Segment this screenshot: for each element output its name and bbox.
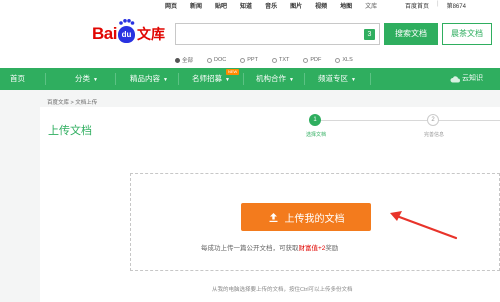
logo-wenku-text: 文库 [136,26,165,42]
top-link-music[interactable]: 音乐 [265,1,277,10]
filter-ppt[interactable]: PPT [240,56,258,64]
radio-selected-icon [175,57,180,63]
top-separator: | [437,1,439,7]
steps-line [320,120,500,121]
top-links: 网页 新闻 贴吧 知道 音乐 图片 视频 地图 文库 [165,1,390,10]
breadcrumb: 百度文库 > 文档上传 [47,100,98,106]
nav-divider [370,73,371,85]
logo-bai-text: Bai [92,24,117,43]
filetype-filters: 全部 DOC PPT TXT PDF XLS [175,56,367,64]
filter-pdf[interactable]: PDF [303,56,321,64]
top-link-news[interactable]: 新闻 [190,1,202,10]
logo-du-paw: du [117,19,135,43]
new-badge: NEW [226,69,240,75]
step-1-indicator: 1 [309,114,321,126]
top-links-bar: 网页 新闻 贴吧 知道 音乐 图片 视频 地图 文库 百度首页 | 第8674 [0,0,500,10]
main-nav: 首页 分类 ▼ 精品内容 ▼ 名师招募 ▼ NEW 机构合作 ▼ 频道专区 ▼ 云知识 [0,68,500,90]
reward-prefix: 每成功上传一篇公开文档，可获取 [201,245,299,252]
top-link-wenku[interactable]: 文库 [365,1,377,10]
top-link-video[interactable]: 视频 [315,1,327,10]
nav-label: 精品内容 [130,74,160,83]
upload-icon [269,212,277,222]
upload-my-docs-button[interactable]: 上传我的文档 [241,203,371,231]
radio-icon [335,57,341,63]
search-docs-button[interactable]: 搜索文档 [384,23,438,45]
top-link-zhidao[interactable]: 知道 [240,1,252,10]
nav-item-premium[interactable]: 精品内容 ▼ [130,68,168,90]
step-2-indicator: 2 [427,114,439,126]
top-link-web[interactable]: 网页 [165,1,177,10]
nav-item-channels[interactable]: 频道专区 ▼ [318,68,356,90]
top-link-images[interactable]: 图片 [290,1,302,10]
reward-highlight: 财富值+2 [298,245,326,252]
red-arrow-annotation [390,211,458,240]
nav-item-category[interactable]: 分类 ▼ [75,68,98,90]
caret-down-icon: ▼ [351,77,356,83]
search-input[interactable]: 3 [175,23,380,45]
nav-cloud-knowledge[interactable]: 云知识 [450,68,483,90]
radio-icon [303,57,309,63]
nav-label: 机构合作 [256,74,286,83]
user-link[interactable]: 第8674 [447,1,466,10]
radio-icon [207,57,213,63]
nav-label: 频道专区 [318,74,348,83]
reward-text: 每成功上传一篇公开文档，可获取财富值+2奖励 [201,242,338,252]
caret-down-icon: ▼ [163,77,168,83]
nav-divider [243,73,244,85]
baidu-home-link[interactable]: 百度首页 [405,1,429,10]
nav-divider [178,73,179,85]
filter-all[interactable]: 全部 [175,56,193,64]
nav-label: 分类 [75,74,90,83]
filter-doc[interactable]: DOC [207,56,226,64]
top-link-map[interactable]: 地图 [340,1,352,10]
nav-divider [115,73,116,85]
caret-down-icon: ▼ [289,77,294,83]
page-title: 上传文档 [48,125,92,137]
top-link-tieba[interactable]: 贴吧 [215,1,227,10]
top-right-links: 百度首页 | 第8674 [405,1,466,10]
logo-du-text: du [121,30,132,39]
nav-item-partners[interactable]: 机构合作 ▼ [256,68,294,90]
filter-xls[interactable]: XLS [335,56,353,64]
filter-txt[interactable]: TXT [271,56,289,64]
keyboard-badge[interactable]: 3 [364,29,375,40]
step-2-label: 完善信息 [424,132,445,138]
caret-down-icon: ▼ [225,77,230,83]
step-1-label: 选择文档 [306,132,327,138]
caret-down-icon: ▼ [93,77,98,83]
nav-label: 名师招募 [192,74,222,83]
upload-hint: 从我的电脑选择要上传的文档，按住Ctrl可以上传多份文档 [212,287,353,293]
nav-divider [304,73,305,85]
show-docs-button[interactable]: 晨茶文档 [442,23,492,45]
cloud-icon [450,75,460,82]
nav-item-teachers[interactable]: 名师招募 ▼ [192,68,230,90]
upload-steps: 1 2 选择文档 完善信息 [300,110,500,140]
baidu-wenku-logo[interactable]: Bai du 文库 [92,14,165,44]
radio-icon [271,57,277,63]
cloud-label: 云知识 [462,75,483,82]
nav-home[interactable]: 首页 [10,68,25,90]
upload-button-label: 上传我的文档 [284,213,345,225]
reward-suffix: 奖励 [325,245,339,252]
radio-icon [240,57,246,63]
nav-divider [45,73,46,85]
